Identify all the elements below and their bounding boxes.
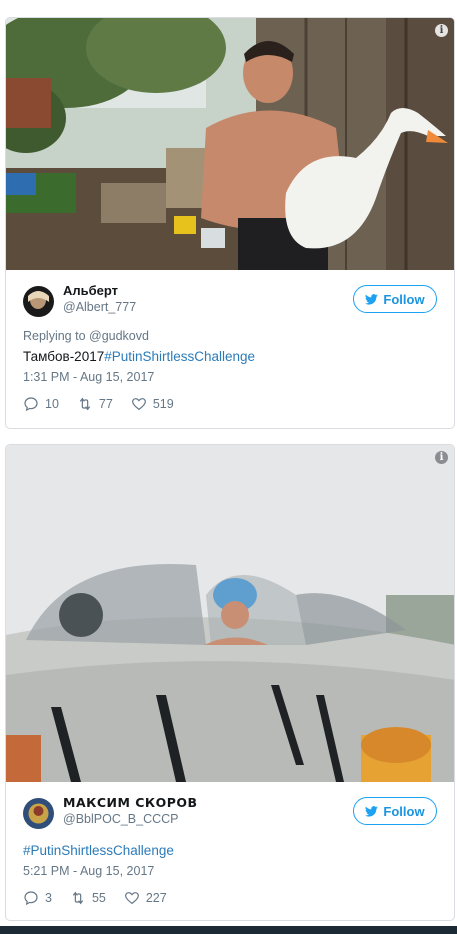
like-count: 519 bbox=[152, 397, 174, 411]
like-action[interactable]: 227 bbox=[124, 890, 167, 906]
tweet-card-1[interactable]: i Альберт @Albert_777 Follow Replying to… bbox=[5, 17, 455, 429]
tweet-body: МАКСИМ СКОРОВ @BblPOC_B_CCCP Follow #Put… bbox=[6, 782, 454, 906]
follow-button[interactable]: Follow bbox=[353, 797, 437, 825]
reply-icon bbox=[24, 891, 38, 906]
reply-count: 3 bbox=[45, 891, 52, 905]
photo-man-in-jet-cockpit bbox=[6, 445, 454, 782]
avatar-image bbox=[23, 798, 54, 829]
tweet-body: Альберт @Albert_777 Follow Replying to @… bbox=[6, 270, 454, 412]
follow-button[interactable]: Follow bbox=[353, 285, 437, 313]
retweet-count: 77 bbox=[98, 397, 113, 411]
reply-count: 10 bbox=[45, 397, 59, 411]
replying-to[interactable]: Replying to @gudkovd bbox=[23, 328, 437, 344]
twitter-bird-icon bbox=[365, 805, 379, 817]
tweet-timestamp[interactable]: 5:21 PM - Aug 15, 2017 bbox=[23, 863, 437, 879]
info-icon[interactable]: i bbox=[435, 451, 448, 464]
reply-action[interactable]: 3 bbox=[23, 890, 52, 906]
follow-label: Follow bbox=[383, 291, 425, 307]
bottom-dark-strip bbox=[0, 926, 457, 934]
avatar-image bbox=[23, 286, 54, 317]
like-icon bbox=[131, 398, 146, 411]
tweet-photo-man-in-jet[interactable]: i bbox=[6, 445, 454, 782]
follow-label: Follow bbox=[383, 803, 425, 819]
avatar[interactable] bbox=[23, 798, 54, 829]
tweet-text-prefix: Тамбов-2017 bbox=[23, 349, 105, 364]
tweet-actions: 3 55 227 bbox=[23, 890, 437, 906]
retweet-count: 55 bbox=[91, 891, 106, 905]
retweet-icon bbox=[79, 397, 91, 411]
photo-man-with-goose bbox=[6, 18, 454, 270]
tweet-text: #PutinShirtlessChallenge bbox=[23, 841, 437, 860]
tweet-card-2[interactable]: i МАКСИМ СКОРОВ @BblPOC_B_CCCP Follow #P… bbox=[5, 444, 455, 921]
tweet-timestamp[interactable]: 1:31 PM - Aug 15, 2017 bbox=[23, 369, 437, 385]
avatar[interactable] bbox=[23, 286, 54, 317]
like-action[interactable]: 519 bbox=[131, 396, 174, 412]
twitter-bird-icon bbox=[365, 293, 379, 305]
info-icon[interactable]: i bbox=[435, 24, 448, 37]
reply-action[interactable]: 10 bbox=[23, 396, 59, 412]
retweet-action[interactable]: 77 bbox=[77, 396, 113, 412]
retweet-action[interactable]: 55 bbox=[70, 890, 106, 906]
tweet-actions: 10 77 519 bbox=[23, 396, 437, 412]
hashtag-link[interactable]: #PutinShirtlessChallenge bbox=[104, 349, 255, 364]
reply-icon bbox=[24, 397, 38, 412]
like-count: 227 bbox=[145, 891, 167, 905]
retweet-icon bbox=[72, 891, 84, 905]
tweet-photo-man-with-goose[interactable]: i bbox=[6, 18, 454, 270]
tweet-text: Тамбов-2017#PutinShirtlessChallenge bbox=[23, 347, 437, 366]
hashtag-link[interactable]: #PutinShirtlessChallenge bbox=[23, 843, 174, 858]
like-icon bbox=[124, 892, 139, 905]
